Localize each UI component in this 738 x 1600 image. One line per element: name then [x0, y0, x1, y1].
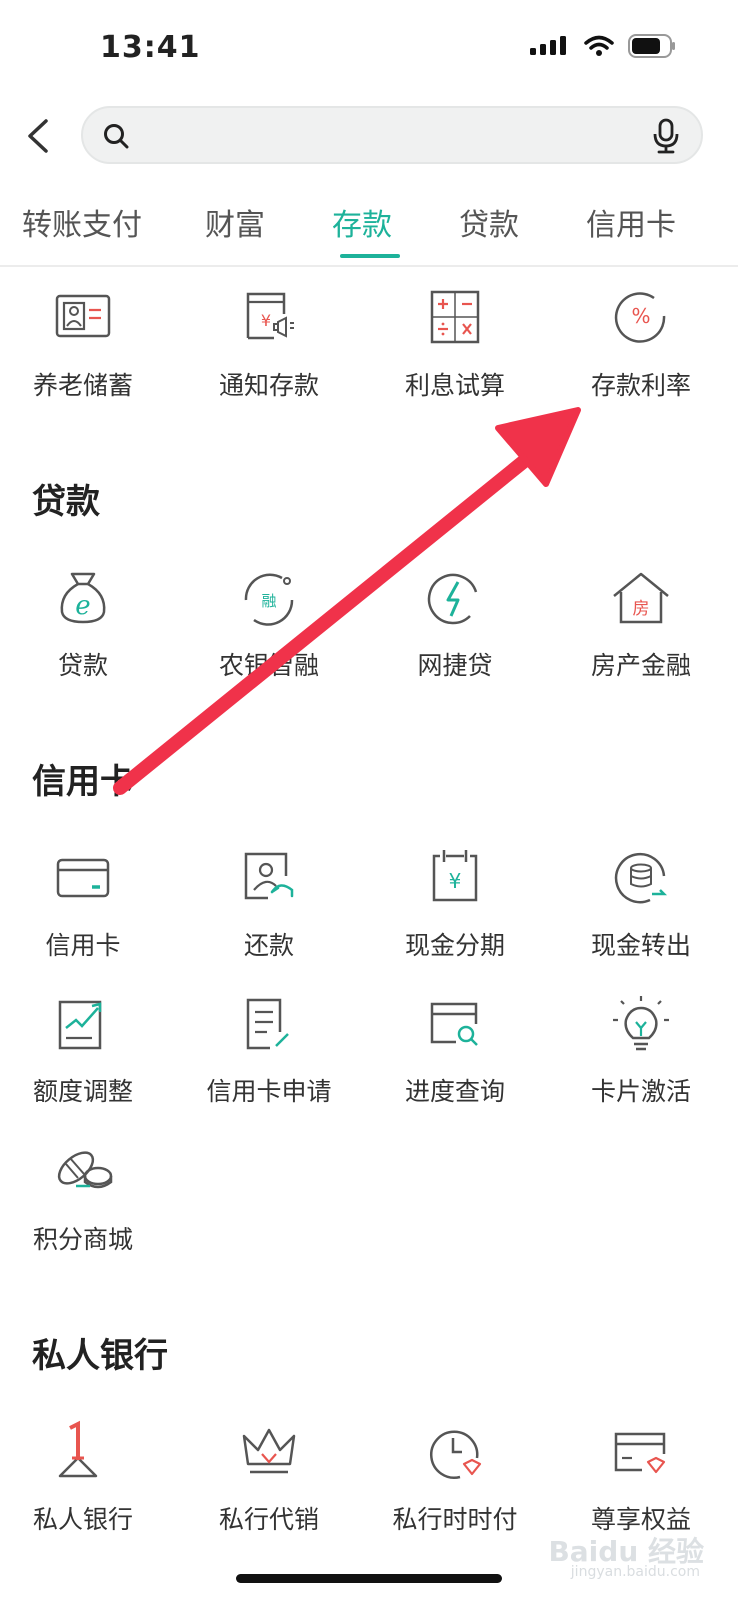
item-label: 现金转出 — [590, 931, 691, 960]
clock-diamond-icon — [430, 1430, 482, 1479]
item-label: 存款利率 — [590, 371, 691, 400]
private-bank-one-icon — [58, 1420, 98, 1478]
item-exclusive-rights[interactable]: 尊享权益 — [546, 1420, 736, 1536]
coins-transfer-icon — [614, 852, 668, 904]
svg-text:¥: ¥ — [261, 311, 271, 330]
item-label: 私行时时付 — [392, 1505, 518, 1534]
item-label: 网捷贷 — [417, 651, 493, 680]
repayment-icon — [244, 852, 294, 900]
item-label: 信用卡 — [45, 931, 121, 960]
back-arrow-icon[interactable] — [22, 118, 56, 154]
status-bar: 13:41 — [0, 0, 738, 100]
svg-text:房: 房 — [633, 599, 650, 619]
item-label: 通知存款 — [218, 371, 319, 400]
cellular-signal-icon — [530, 36, 566, 55]
item-interest-calculator[interactable]: 利息试算 — [360, 286, 550, 402]
svg-text:e: e — [75, 591, 90, 621]
progress-search-icon — [430, 1002, 478, 1046]
item-pension-savings[interactable]: 养老储蓄 — [0, 286, 178, 402]
svg-text:融: 融 — [261, 592, 276, 610]
search-row — [0, 106, 738, 166]
item-repayment[interactable]: 还款 — [174, 846, 364, 962]
rong-cycle-icon: 融 — [244, 573, 294, 626]
item-notice-deposit[interactable]: ¥ 通知存款 — [174, 286, 364, 402]
search-bar[interactable] — [81, 106, 703, 164]
item-private-distribution[interactable]: 私行代销 — [174, 1420, 364, 1536]
battery-icon — [628, 34, 675, 58]
item-progress-query[interactable]: 进度查询 — [360, 992, 550, 1108]
category-tabs: 转账支付 财富 存款 贷款 信用卡 — [0, 190, 738, 265]
microphone-icon[interactable] — [653, 118, 679, 154]
section-title-loan: 贷款 — [32, 482, 100, 522]
item-card-activation[interactable]: 卡片激活 — [546, 992, 736, 1108]
item-net-quick-loan[interactable]: 网捷贷 — [360, 566, 550, 682]
lightbulb-icon — [613, 996, 669, 1051]
item-points-mall[interactable]: 积分商城 — [0, 1140, 178, 1256]
tab-deposit[interactable]: 存款 — [332, 200, 392, 244]
credit-card-icon — [56, 858, 110, 898]
item-label: 房产金融 — [590, 651, 691, 680]
item-label: 额度调整 — [32, 1077, 133, 1106]
watermark-url: jingyan.baidu.com — [570, 1564, 700, 1580]
item-label: 现金分期 — [404, 931, 505, 960]
calculator-icon — [430, 290, 480, 344]
item-cash-installment[interactable]: ¥ 现金分期 — [360, 846, 550, 962]
item-label: 私人银行 — [32, 1505, 133, 1534]
wifi-icon — [584, 35, 614, 56]
item-label: 进度查询 — [404, 1077, 505, 1106]
item-private-instant-pay[interactable]: 私行时时付 — [360, 1420, 550, 1536]
notice-deposit-icon: ¥ — [246, 292, 294, 340]
tab-loan[interactable]: 贷款 — [459, 200, 519, 244]
tab-transfer[interactable]: 转账支付 — [22, 200, 142, 244]
svg-text:%: % — [631, 304, 650, 328]
item-private-bank[interactable]: 私人银行 — [0, 1420, 178, 1536]
card-diamond-icon — [614, 1432, 666, 1474]
item-cash-transfer[interactable]: 现金转出 — [546, 846, 736, 962]
item-label: 贷款 — [57, 651, 108, 680]
house-icon: 房 — [613, 572, 669, 624]
status-time: 13:41 — [100, 30, 201, 65]
search-icon — [104, 124, 129, 149]
item-label: 积分商城 — [32, 1225, 133, 1254]
tab-credit-card[interactable]: 信用卡 — [586, 200, 676, 244]
pension-card-icon — [55, 294, 111, 338]
item-label: 利息试算 — [404, 371, 505, 400]
item-credit-card[interactable]: 信用卡 — [0, 846, 178, 962]
item-card-application[interactable]: 信用卡申请 — [174, 992, 364, 1108]
item-deposit-rate[interactable]: % 存款利率 — [546, 286, 736, 402]
item-label: 还款 — [243, 931, 294, 960]
item-label: 卡片激活 — [590, 1077, 691, 1106]
tabs-divider — [0, 265, 738, 267]
item-label: 信用卡申请 — [206, 1077, 332, 1106]
tab-wealth[interactable]: 财富 — [205, 200, 265, 244]
crown-icon — [242, 1428, 296, 1474]
lightning-icon — [427, 573, 478, 625]
money-bag-icon: e — [60, 572, 106, 624]
item-label: 农银智融 — [218, 651, 319, 680]
limit-chart-icon — [58, 1000, 102, 1050]
item-abc-smart-finance[interactable]: 融 农银智融 — [174, 566, 364, 682]
item-label: 养老储蓄 — [32, 371, 133, 400]
home-indicator[interactable] — [236, 1574, 502, 1583]
item-label: 私行代销 — [218, 1505, 319, 1534]
percent-icon: % — [614, 292, 666, 343]
item-real-estate-finance[interactable]: 房 房产金融 — [546, 566, 736, 682]
search-input[interactable] — [139, 116, 623, 156]
active-tab-indicator — [340, 254, 400, 258]
section-title-private-banking: 私人银行 — [32, 1336, 168, 1376]
item-loan[interactable]: e 贷款 — [0, 566, 178, 682]
svg-text:¥: ¥ — [449, 869, 462, 893]
item-limit-adjust[interactable]: 额度调整 — [0, 992, 178, 1108]
points-coins-icon — [57, 1151, 113, 1189]
section-title-credit-card: 信用卡 — [32, 762, 134, 802]
application-form-icon — [246, 998, 289, 1050]
calendar-yuan-icon: ¥ — [432, 850, 478, 902]
status-icons — [530, 34, 676, 58]
